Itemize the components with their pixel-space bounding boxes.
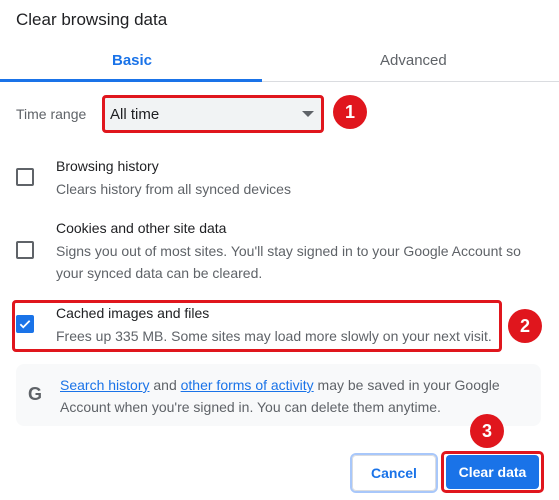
other-activity-link[interactable]: other forms of activity [181, 377, 314, 393]
cookies-desc-line1: Signs you out of most sites. You'll stay… [56, 243, 521, 259]
browsing-history-checkbox[interactable] [16, 168, 34, 186]
browsing-history-title: Browsing history [56, 158, 159, 174]
cancel-button[interactable]: Cancel [352, 455, 436, 491]
active-tab-indicator [0, 79, 262, 82]
tab-basic[interactable]: Basic [112, 52, 152, 69]
cached-images-title: Cached images and files [56, 305, 210, 321]
checkmark-icon [19, 320, 31, 329]
cookies-desc-line2: your synced data can be cleared. [56, 265, 263, 281]
cookies-checkbox[interactable] [16, 241, 34, 259]
time-range-label: Time range [16, 106, 87, 122]
tab-advanced[interactable]: Advanced [380, 52, 447, 69]
annotation-badge-2: 2 [508, 309, 542, 343]
info-text-part1: and [149, 377, 181, 393]
annotation-badge-1: 1 [333, 95, 367, 129]
cached-images-checkbox[interactable] [16, 315, 34, 333]
annotation-badge-3: 3 [470, 414, 504, 448]
cached-images-desc: Frees up 335 MB. Some sites may load mor… [56, 328, 492, 344]
info-text-part2: may be saved in your Google [313, 377, 500, 393]
time-range-value: All time [110, 106, 160, 123]
dropdown-caret-icon [302, 111, 314, 117]
clear-data-button[interactable]: Clear data [446, 455, 539, 489]
info-text-line2: Account when you're signed in. You can d… [60, 399, 441, 415]
search-history-link[interactable]: Search history [60, 377, 149, 393]
browsing-history-desc: Clears history from all synced devices [56, 181, 291, 197]
google-g-icon: G [28, 384, 43, 404]
cookies-title: Cookies and other site data [56, 220, 227, 236]
dialog-title: Clear browsing data [16, 10, 168, 29]
info-text: Search history and other forms of activi… [60, 374, 530, 418]
